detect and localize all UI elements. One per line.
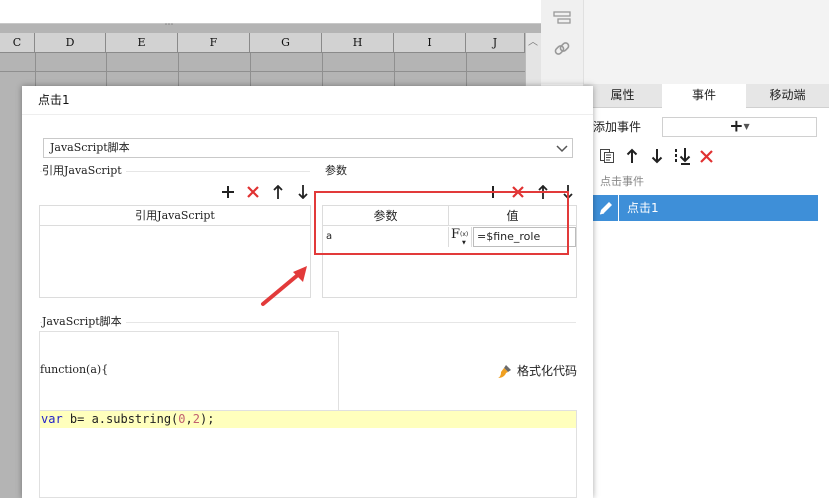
event-item-label: 点击1 — [627, 201, 659, 215]
format-code-label: 格式化代码 — [517, 364, 578, 378]
column-header-f[interactable]: F — [178, 33, 250, 53]
move-down-icon[interactable] — [293, 183, 312, 200]
js-script-section-label: JavaScript脚本 — [42, 315, 126, 329]
grid-line — [0, 71, 525, 72]
scroll-up-icon[interactable]: ︿ — [525, 36, 541, 50]
dialog-title: 点击1 — [38, 93, 70, 107]
property-panel-top — [583, 0, 829, 84]
sheet-toolbar-area — [0, 0, 541, 24]
annotation-arrow-icon — [255, 258, 315, 308]
ref-js-toolbar — [218, 183, 312, 200]
chevron-down-icon[interactable] — [553, 140, 571, 156]
function-signature: function(a){ — [40, 363, 109, 376]
add-event-button-label: + — [729, 116, 744, 137]
format-code-button[interactable]: 格式化代码 — [497, 363, 577, 379]
delete-icon[interactable] — [697, 147, 716, 166]
add-event-label: 添加事件 — [593, 120, 642, 134]
column-header-i[interactable]: I — [394, 33, 466, 53]
move-down-icon[interactable] — [647, 147, 666, 166]
move-up-icon[interactable] — [622, 147, 641, 166]
code-segment: b= a.substring( — [62, 412, 179, 426]
code-segment: ); — [199, 412, 215, 426]
code-segment: , — [185, 412, 193, 426]
column-header-e[interactable]: E — [106, 33, 178, 53]
tab-mobile[interactable]: 移动端 — [746, 84, 829, 108]
add-icon[interactable] — [218, 183, 237, 200]
widget-settings-icon[interactable] — [551, 9, 573, 27]
column-header-row: C D E F G H I J — [0, 33, 525, 53]
ref-js-section-label: 引用JavaScript — [42, 164, 126, 178]
move-to-bottom-icon[interactable] — [672, 147, 691, 166]
param-section-label: 参数 — [325, 164, 347, 177]
tab-events[interactable]: 事件 — [662, 84, 746, 108]
code-number: 0 — [178, 412, 186, 426]
column-header-c[interactable]: C — [0, 33, 35, 53]
delete-icon[interactable] — [243, 183, 262, 200]
column-header-d[interactable]: D — [35, 33, 106, 53]
column-header-h[interactable]: H — [322, 33, 394, 53]
script-type-select[interactable]: JavaScript脚本 — [43, 138, 573, 158]
divider — [22, 114, 593, 115]
column-header-g[interactable]: G — [250, 33, 322, 53]
edit-icon[interactable] — [593, 195, 619, 221]
event-group-label: 点击事件 — [600, 175, 644, 188]
highlight-annotation-box — [314, 191, 569, 255]
code-line-text[interactable]: var b= a.substring(0,2); — [41, 411, 214, 427]
link-icon[interactable] — [551, 38, 573, 60]
more-dots[interactable]: ⋯ — [161, 21, 177, 30]
ref-js-column-header: 引用JavaScript — [40, 206, 310, 226]
brush-icon — [497, 363, 513, 379]
caret-down-icon: ▼ — [743, 122, 750, 131]
copy-icon[interactable] — [597, 147, 616, 166]
property-tabs: 属性 事件 移动端 — [583, 84, 829, 108]
event-panel — [592, 108, 829, 498]
code-number: 2 — [192, 412, 200, 426]
move-up-icon[interactable] — [268, 183, 287, 200]
add-event-button[interactable]: +▼ — [662, 117, 817, 137]
event-toolbar — [597, 146, 716, 166]
code-keyword: var — [41, 412, 63, 426]
tab-attributes[interactable]: 属性 — [583, 84, 662, 108]
column-header-j[interactable]: J — [466, 33, 525, 53]
